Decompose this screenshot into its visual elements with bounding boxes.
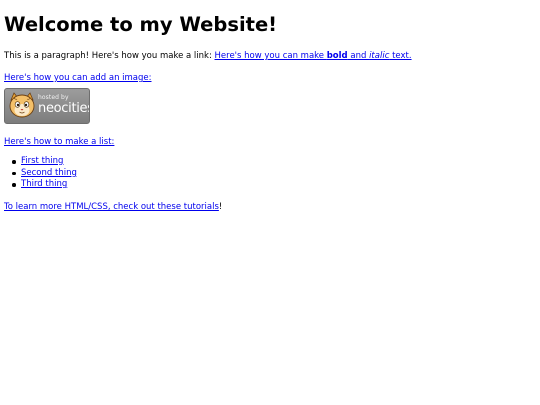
neocities-badge[interactable]: hosted by neocities	[4, 88, 90, 124]
badge-neocities-text: neocities	[38, 101, 90, 116]
neocities-badge-link[interactable]: hosted by neocities	[4, 88, 90, 124]
thing-list: First thing Second thing Third thing	[4, 156, 536, 191]
badge-hosted-by-text: hosted by	[38, 94, 69, 101]
link-text-mid: and	[347, 51, 370, 61]
bullet-icon	[12, 183, 16, 187]
neocities-cat-icon	[9, 92, 35, 118]
page-title: Welcome to my Website!	[4, 13, 278, 36]
list-item-link-third[interactable]: Third thing	[21, 179, 67, 189]
make-list-link[interactable]: Here's how to make a list:	[4, 137, 114, 147]
list-item: Second thing	[12, 168, 536, 180]
link-italic-text: italic	[369, 51, 390, 61]
list-item-link-second[interactable]: Second thing	[21, 168, 77, 178]
add-image-link[interactable]: Here's how you can add an image:	[4, 73, 152, 83]
make-list-paragraph: Here's how to make a list:	[4, 136, 536, 148]
list-item-link-first[interactable]: First thing	[21, 156, 63, 166]
add-image-paragraph: Here's how you can add an image:	[4, 72, 536, 84]
bold-italic-link[interactable]: Here's how you can make bold and italic …	[215, 51, 412, 61]
tutorials-link[interactable]: To learn more HTML/CSS, check out these …	[4, 202, 219, 212]
intro-text: This is a paragraph! Here's how you make…	[4, 51, 215, 61]
bullet-icon	[12, 160, 16, 164]
intro-paragraph: This is a paragraph! Here's how you make…	[4, 50, 536, 62]
link-text-end: text.	[389, 51, 412, 61]
list-item: First thing	[12, 156, 536, 168]
link-text-start: Here's how you can make	[214, 51, 327, 61]
link-bold-text: bold	[326, 51, 348, 61]
tutorials-suffix: !	[218, 201, 223, 212]
list-item: Third thing	[12, 179, 536, 191]
bullet-icon	[12, 171, 16, 175]
tutorials-paragraph: To learn more HTML/CSS, check out these …	[4, 201, 536, 213]
